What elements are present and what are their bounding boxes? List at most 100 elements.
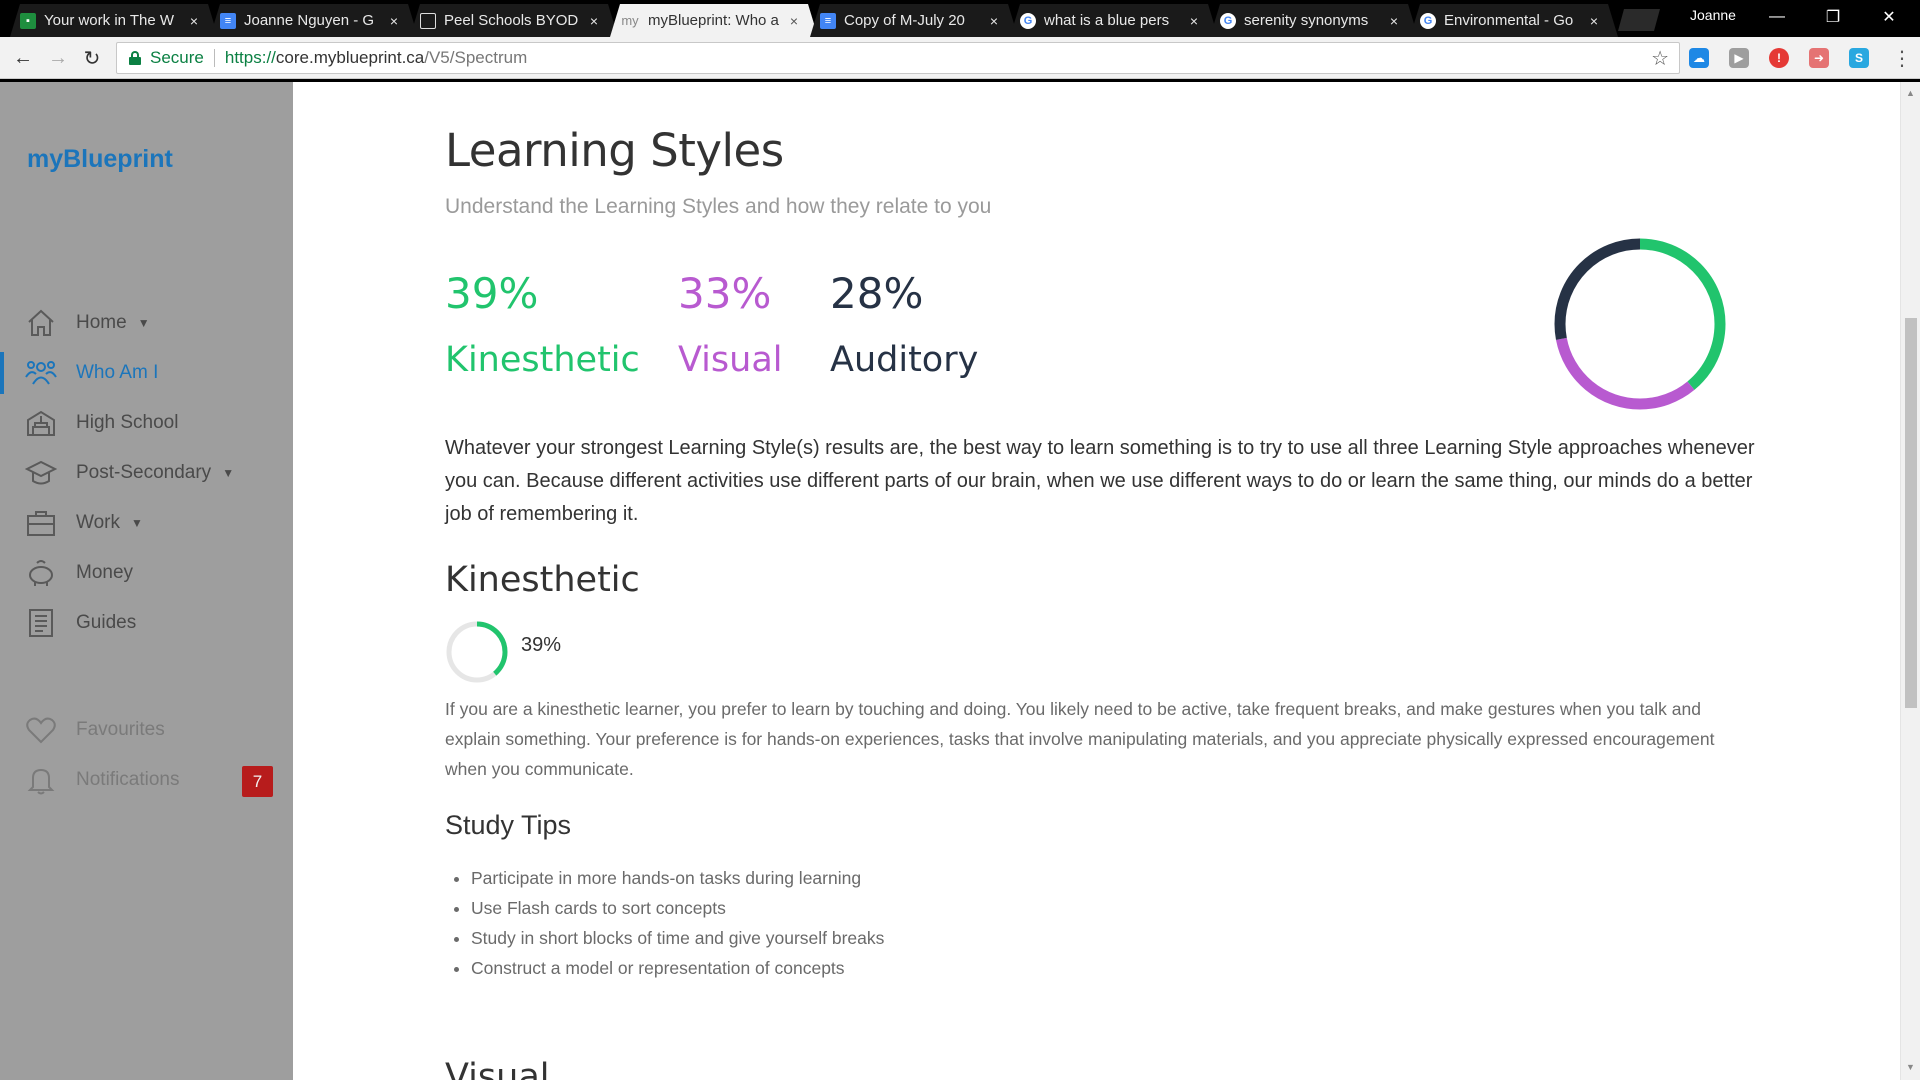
tab-close-icon[interactable]: ×	[184, 13, 204, 29]
browser-tab-bar: ▪ Your work in The W × ≡ Joanne Nguyen -…	[0, 0, 1920, 37]
tab-close-icon[interactable]: ×	[984, 13, 1004, 29]
sidebar-item-work[interactable]: Work ▼	[0, 498, 293, 548]
piggy-bank-icon	[29, 560, 53, 586]
scroll-down-arrow-icon[interactable]: ▼	[1906, 1062, 1915, 1072]
tab-label: Peel Schools BYOD	[444, 12, 579, 29]
sidebar: myBlueprint Home ▼ Who Am I High School …	[0, 82, 293, 1080]
learning-styles-donut-chart	[1554, 238, 1726, 410]
main-content: Learning Styles Understand the Learning …	[293, 82, 1900, 1080]
tab-label: Your work in The W	[44, 12, 175, 29]
docs-icon: ≡	[820, 13, 836, 29]
graduation-cap-icon	[25, 460, 57, 485]
browser-toolbar: ← → ↻ Secure https:// core.myblueprint.c…	[0, 37, 1920, 79]
sidebar-item-post-secondary[interactable]: Post-Secondary ▼	[0, 448, 293, 498]
docs-icon: ≡	[220, 13, 236, 29]
tab-myblueprint[interactable]: my myBlueprint: Who a ×	[610, 4, 818, 37]
auditory-label: Auditory	[830, 340, 979, 380]
google-icon: G	[1220, 13, 1236, 29]
screencast-extension-icon[interactable]: ➜	[1809, 48, 1829, 68]
sidebar-item-high-school[interactable]: High School	[0, 398, 293, 448]
tab-google-search-1[interactable]: G what is a blue pers ×	[1010, 4, 1218, 37]
study-tip-item: Study in short blocks of time and give y…	[471, 923, 884, 953]
tab-close-icon[interactable]: ×	[1584, 13, 1604, 29]
auditory-percent: 28%	[830, 269, 924, 318]
skype-extension-icon[interactable]: S	[1849, 48, 1869, 68]
briefcase-icon	[27, 511, 55, 536]
visual-label: Visual	[678, 340, 783, 380]
tab-label: Environmental - Go	[1444, 12, 1574, 29]
brand-logo[interactable]: myBlueprint	[27, 145, 173, 174]
tab-close-icon[interactable]: ×	[584, 13, 604, 29]
tab-close-icon[interactable]: ×	[784, 13, 804, 29]
sidebar-item-label: High School	[76, 412, 179, 433]
google-icon: G	[1420, 13, 1436, 29]
sidebar-item-label: Post-Secondary	[76, 462, 212, 483]
tab-label: serenity synonyms	[1244, 12, 1369, 29]
tab-copy-doc[interactable]: ≡ Copy of M-July 20 ×	[810, 4, 1018, 37]
sidebar-item-home[interactable]: Home ▼	[0, 298, 293, 348]
sidebar-item-label: Favourites	[76, 719, 165, 740]
new-tab-button[interactable]	[1618, 9, 1660, 31]
kinesthetic-percent: 39%	[445, 269, 539, 318]
tab-label: Copy of M-July 20	[844, 12, 965, 29]
bell-icon	[27, 768, 55, 795]
lock-icon	[128, 51, 142, 65]
page-scrollbar[interactable]: ▲ ▼	[1900, 82, 1920, 1080]
study-tip-item: Use Flash cards to sort concepts	[471, 893, 884, 923]
close-window-icon[interactable]: ✕	[1866, 2, 1912, 32]
tab-joanne-doc[interactable]: ≡ Joanne Nguyen - G ×	[210, 4, 418, 37]
minimize-icon[interactable]: —	[1754, 2, 1800, 32]
sidebar-item-label: Guides	[76, 612, 137, 633]
myblueprint-icon: my	[621, 13, 639, 28]
reload-icon[interactable]: ↻	[79, 45, 105, 71]
chevron-down-icon: ▼	[130, 516, 143, 530]
profile-name[interactable]: Joanne	[1690, 7, 1736, 23]
sidebar-item-guides[interactable]: Guides	[0, 598, 293, 648]
tab-label: Joanne Nguyen - G	[244, 12, 375, 29]
address-divider	[213, 49, 215, 67]
tab-google-search-3[interactable]: G Environmental - Go ×	[1410, 4, 1618, 37]
tab-google-search-2[interactable]: G serenity synonyms ×	[1210, 4, 1418, 37]
forward-arrow-icon[interactable]: →	[45, 45, 71, 71]
sidebar-item-label: Who Am I	[76, 362, 159, 383]
kinesthetic-progress-ring	[446, 621, 508, 683]
cloud-extension-icon[interactable]: ☁	[1689, 48, 1709, 68]
url-path: /V5/Spectrum	[424, 48, 528, 67]
section-title-visual: Visual	[445, 1057, 550, 1080]
back-arrow-icon[interactable]: ←	[10, 45, 36, 71]
address-bar[interactable]: Secure https:// core.myblueprint.ca /V5/…	[116, 42, 1680, 74]
school-icon	[27, 410, 55, 436]
section-title-kinesthetic: Kinesthetic	[445, 560, 640, 600]
sidebar-item-label: Money	[76, 562, 134, 583]
intro-paragraph: Whatever your strongest Learning Style(s…	[445, 437, 1755, 525]
page-subtitle: Understand the Learning Styles and how t…	[445, 195, 992, 218]
guide-book-icon	[29, 609, 53, 637]
sidebar-item-favourites[interactable]: Favourites	[0, 705, 293, 755]
sidebar-item-label: Home	[76, 312, 127, 333]
tab-classroom[interactable]: ▪ Your work in The W ×	[10, 4, 218, 37]
tab-close-icon[interactable]: ×	[1184, 13, 1204, 29]
people-icon	[25, 361, 57, 385]
visual-percent: 33%	[678, 269, 772, 318]
secure-label: Secure	[150, 48, 204, 67]
sidebar-item-who-am-i[interactable]: Who Am I	[0, 348, 293, 398]
browser-menu-icon[interactable]: ⋮	[1892, 46, 1912, 71]
study-tip-item: Construct a model or representation of c…	[471, 953, 884, 983]
sidebar-item-label: Notifications	[76, 769, 180, 790]
tab-label: myBlueprint: Who a	[648, 12, 779, 29]
sidebar-item-money[interactable]: Money	[0, 548, 293, 598]
url-host: core.myblueprint.ca	[275, 48, 425, 67]
adblock-extension-icon[interactable]: !	[1769, 48, 1789, 68]
tab-peel-schools[interactable]: Peel Schools BYOD ×	[410, 4, 618, 37]
scroll-up-arrow-icon[interactable]: ▲	[1906, 88, 1915, 98]
sidebar-item-notifications[interactable]: Notifications 7	[0, 755, 293, 805]
home-icon	[28, 309, 54, 336]
maximize-icon[interactable]: ❐	[1810, 2, 1856, 32]
bookmark-star-icon[interactable]: ☆	[1651, 46, 1669, 71]
heart-icon	[26, 717, 56, 744]
video-extension-icon[interactable]: ▶	[1729, 48, 1749, 68]
tab-close-icon[interactable]: ×	[1384, 13, 1404, 29]
tab-close-icon[interactable]: ×	[384, 13, 404, 29]
study-tip-item: Participate in more hands-on tasks durin…	[471, 863, 884, 893]
scrollbar-thumb[interactable]	[1905, 318, 1917, 708]
